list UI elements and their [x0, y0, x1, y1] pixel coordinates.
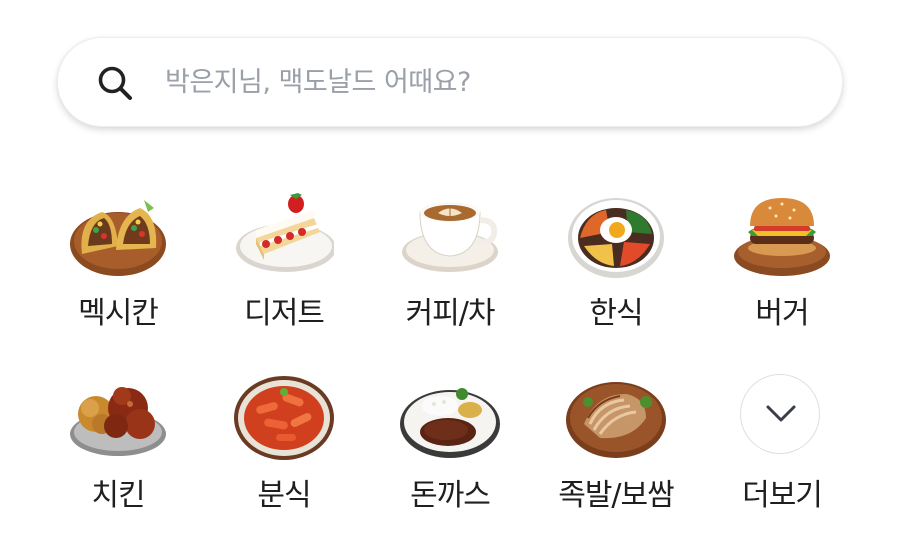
category-burger[interactable]: 버거: [697, 186, 867, 346]
category-korean[interactable]: 한식: [531, 186, 701, 346]
jokbal-icon: [566, 382, 666, 458]
category-label: 한식: [589, 296, 643, 331]
category-label: 족발/보쌈: [558, 478, 675, 513]
category-mexican[interactable]: 멕시칸: [33, 186, 203, 346]
category-chicken[interactable]: 치킨: [33, 368, 203, 528]
more-button-circle[interactable]: [740, 374, 820, 454]
category-label: 분식: [257, 478, 311, 513]
category-coffee-tea[interactable]: 커피/차: [365, 186, 535, 346]
category-label: 치킨: [91, 478, 145, 513]
category-label: 디저트: [244, 296, 325, 331]
more-label: 더보기: [742, 478, 823, 513]
taco-icon: [70, 200, 166, 276]
more-categories-button[interactable]: 더보기: [697, 368, 867, 528]
category-label: 멕시칸: [78, 296, 159, 331]
tteokbokki-icon: [234, 376, 334, 460]
chevron-down-icon: [766, 405, 796, 422]
pork-cutlet-icon: [400, 388, 500, 458]
category-label: 커피/차: [405, 296, 496, 331]
fried-chicken-icon: [70, 387, 166, 456]
category-label: 버거: [755, 296, 809, 331]
category-jokbal-bossam[interactable]: 족발/보쌈: [531, 368, 701, 528]
coffee-icon: [402, 202, 498, 272]
category-pork-cutlet[interactable]: 돈까스: [365, 368, 535, 528]
burger-icon: [734, 198, 830, 276]
bibimbap-icon: [568, 198, 664, 278]
cake-icon: [236, 193, 334, 272]
category-dessert[interactable]: 디저트: [199, 186, 369, 346]
category-grid: 멕시칸 디저트 커피/차 한식 버거 치킨 분식 돈까스 족발/보쌈 더보기: [0, 0, 900, 542]
category-snack[interactable]: 분식: [199, 368, 369, 528]
category-label: 돈까스: [410, 478, 491, 513]
